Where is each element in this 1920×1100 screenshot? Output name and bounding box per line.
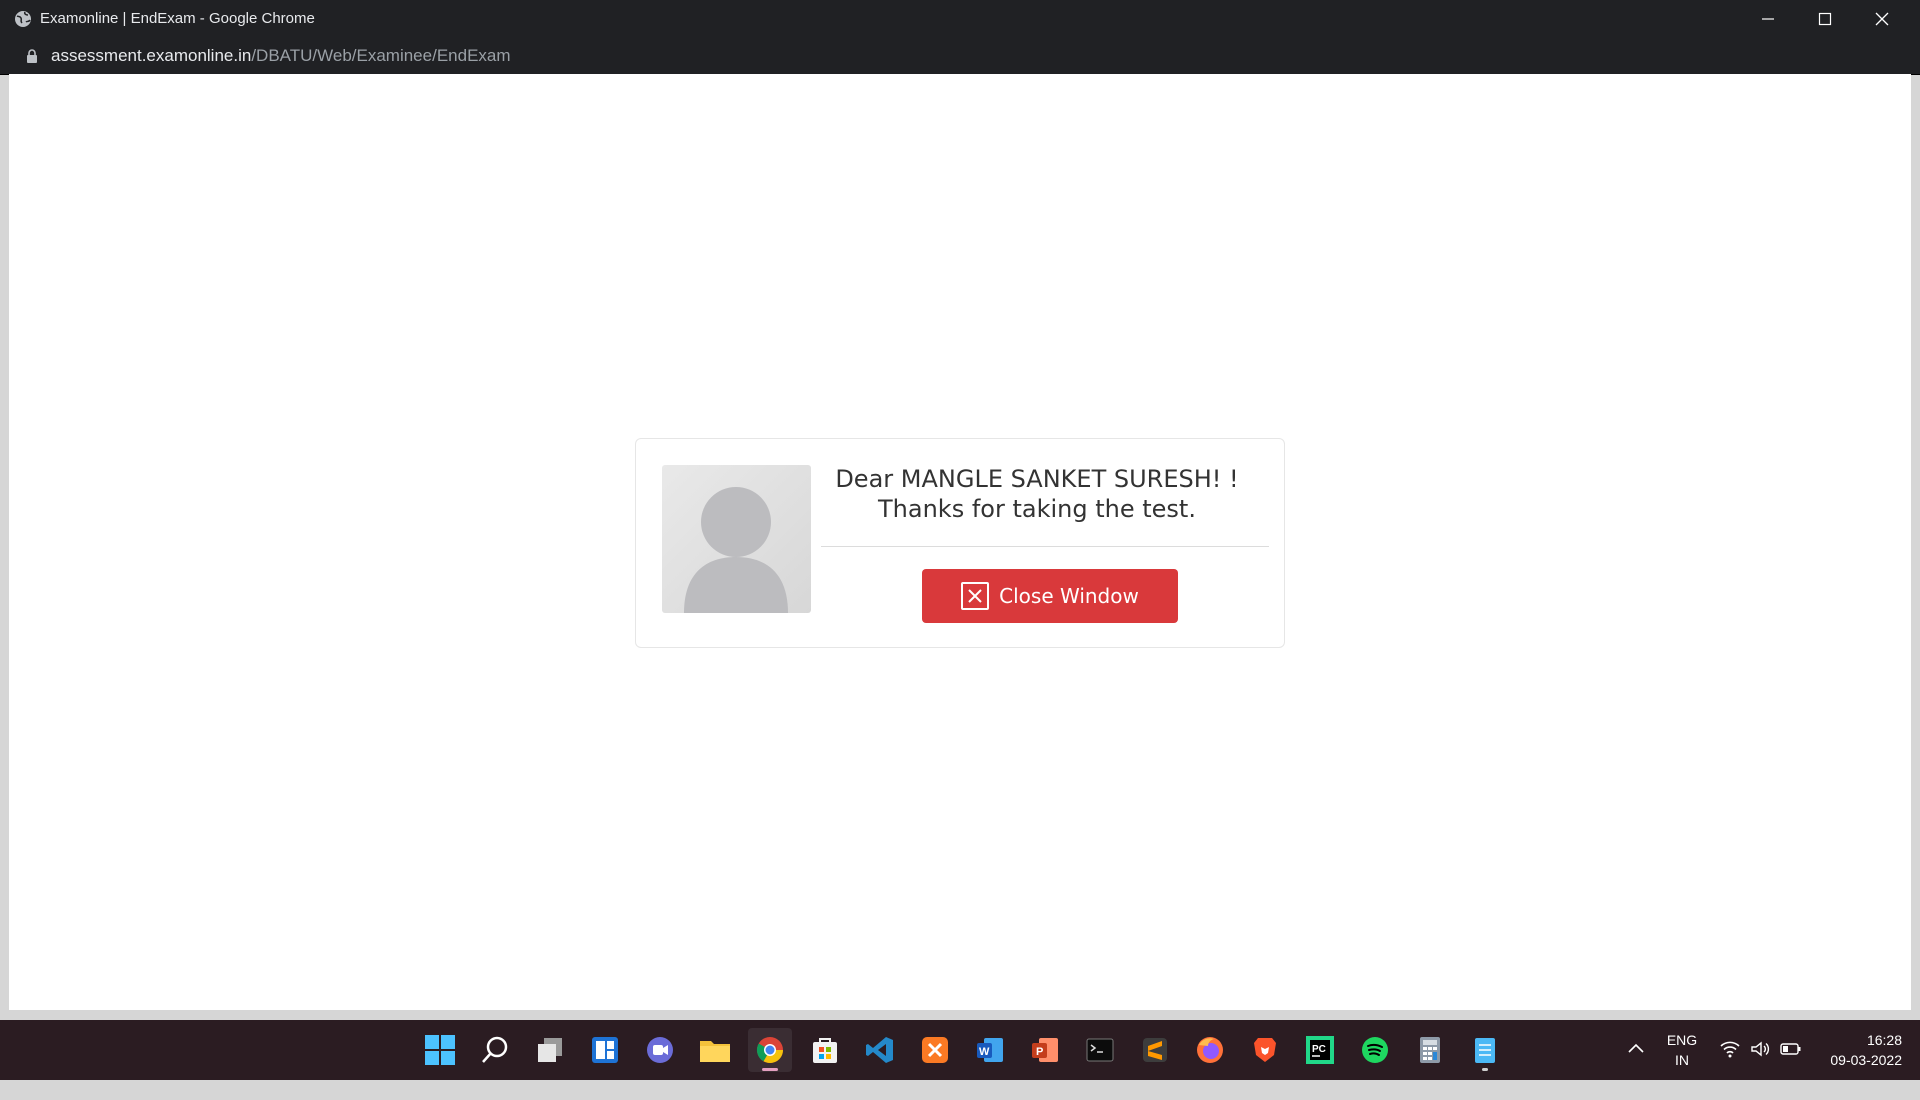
terminal-icon[interactable] (1078, 1028, 1122, 1072)
region-code: IN (1675, 1052, 1689, 1068)
globe-icon (15, 11, 31, 27)
thank-you-message: Dear MANGLE SANKET SURESH! ! Thanks for … (812, 464, 1262, 524)
svg-text:P: P (1036, 1046, 1043, 1058)
tray-overflow-button[interactable] (1628, 1040, 1644, 1100)
divider (821, 546, 1269, 547)
task-view-icon[interactable] (528, 1028, 572, 1072)
maximize-button[interactable] (1797, 0, 1853, 38)
taskbar-apps: W P PC (418, 1028, 1507, 1072)
maximize-icon (1818, 12, 1832, 26)
running-indicator (1482, 1068, 1488, 1071)
widgets-icon[interactable] (583, 1028, 627, 1072)
battery-icon (1780, 1043, 1801, 1055)
windows-logo-icon (425, 1035, 455, 1065)
active-indicator (762, 1068, 778, 1071)
minimize-icon (1762, 18, 1774, 20)
xampp-icon[interactable] (913, 1028, 957, 1072)
svg-text:PC: PC (1312, 1044, 1326, 1055)
user-placeholder-icon (684, 487, 788, 613)
clock-time: 16:28 (1866, 1032, 1902, 1048)
clock[interactable]: 16:28 09-03-2022 (1812, 1030, 1902, 1090)
close-box-icon (961, 582, 990, 610)
notepad-icon[interactable] (1463, 1028, 1507, 1072)
close-window-control[interactable] (1854, 0, 1910, 38)
spotify-icon[interactable] (1353, 1028, 1397, 1072)
close-window-button[interactable]: Close Window (922, 569, 1178, 623)
search-icon[interactable] (473, 1028, 517, 1072)
address-bar[interactable]: assessment.examonline.in/DBATU/Web/Exami… (0, 38, 1920, 75)
svg-text:W: W (979, 1046, 990, 1058)
url-text: assessment.examonline.in/DBATU/Web/Exami… (51, 46, 511, 66)
file-explorer-icon[interactable] (693, 1028, 737, 1072)
powerpoint-icon[interactable]: P (1023, 1028, 1067, 1072)
start-icon[interactable] (418, 1028, 462, 1072)
lock-icon (27, 49, 37, 63)
vscode-icon[interactable] (858, 1028, 902, 1072)
chrome-icon[interactable] (748, 1028, 792, 1072)
teams-chat-icon[interactable] (638, 1028, 682, 1072)
browser-title-bar: Examonline | EndExam - Google Chrome (0, 0, 1920, 38)
brave-icon[interactable] (1243, 1028, 1287, 1072)
word-icon[interactable]: W (968, 1028, 1012, 1072)
greeting-text: Dear MANGLE SANKET SURESH! ! (835, 465, 1239, 493)
chevron-up-icon (1628, 1043, 1644, 1053)
calculator-icon[interactable] (1408, 1028, 1452, 1072)
windows-taskbar: W P PC ENG IN 16:28 09-03-2022 (0, 1020, 1920, 1080)
end-exam-card: Dear MANGLE SANKET SURESH! ! Thanks for … (635, 438, 1285, 648)
wifi-icon (1720, 1041, 1740, 1058)
url-domain: assessment.examonline.in (51, 46, 252, 65)
language-indicator[interactable]: ENG IN (1662, 1030, 1702, 1090)
sublime-text-icon[interactable] (1133, 1028, 1177, 1072)
page-viewport: Dear MANGLE SANKET SURESH! ! Thanks for … (9, 74, 1911, 1010)
firefox-icon[interactable] (1188, 1028, 1232, 1072)
microsoft-store-icon[interactable] (803, 1028, 847, 1072)
volume-icon (1751, 1041, 1770, 1057)
system-status-icons[interactable] (1720, 1040, 1802, 1100)
pycharm-icon[interactable]: PC (1298, 1028, 1342, 1072)
thanks-text: Thanks for taking the test. (878, 495, 1196, 523)
clock-date: 09-03-2022 (1830, 1052, 1902, 1068)
window-title: Examonline | EndExam - Google Chrome (40, 10, 315, 27)
close-icon (1875, 12, 1889, 26)
close-window-label: Close Window (999, 584, 1139, 608)
url-path: /DBATU/Web/Examinee/EndExam (251, 46, 511, 65)
minimize-button[interactable] (1740, 0, 1796, 38)
avatar (662, 465, 811, 613)
language-code: ENG (1666, 1032, 1698, 1048)
